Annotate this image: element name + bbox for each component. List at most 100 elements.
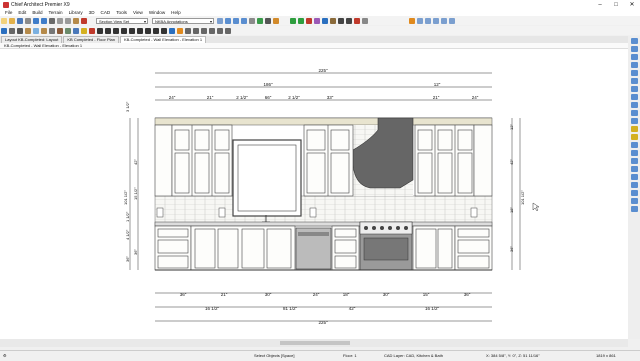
move-icon[interactable] [185,27,191,34]
menu-cad[interactable]: CAD [101,10,111,15]
zoom-out-icon[interactable] [233,17,239,24]
paint-bucket-icon[interactable] [177,27,183,34]
library-icon[interactable] [89,27,95,34]
view-right-icon[interactable] [425,17,431,24]
tool-2-icon[interactable] [346,17,352,24]
fixture-icon[interactable] [73,27,79,34]
side-fill-icon[interactable] [630,54,638,60]
edit-icon[interactable] [9,27,15,34]
side-camera-icon[interactable] [630,70,638,76]
menu-terrain[interactable]: Terrain [49,10,63,15]
refresh-icon[interactable] [257,17,263,24]
side-grid-icon[interactable] [630,190,638,196]
side-section-icon[interactable] [630,94,638,100]
view-back-icon[interactable] [441,17,447,24]
tool-1-icon[interactable] [338,17,344,24]
scrollbar-thumb[interactable] [280,341,350,345]
view-top-icon[interactable] [433,17,439,24]
new-icon[interactable] [1,17,7,24]
dimension-icon[interactable] [105,27,111,34]
transform-icon[interactable] [169,27,175,34]
view-left-icon[interactable] [409,17,415,24]
paint-icon[interactable] [322,17,328,24]
settings-gear-icon[interactable]: ⚙ [3,353,7,358]
side-3d-icon[interactable] [630,102,638,108]
tab-wall-elevation[interactable]: KB-Completed - Wall Elevation - Elevatio… [119,36,207,43]
side-object-icon[interactable] [630,166,638,172]
view-front-icon[interactable] [417,17,423,24]
box-icon[interactable] [129,27,135,34]
tool-3-icon[interactable] [354,17,360,24]
menu-help[interactable]: Help [171,10,180,15]
electrical-icon[interactable] [81,27,87,34]
render-icon[interactable] [273,17,279,24]
arc-icon[interactable] [121,27,127,34]
zoom-in-icon[interactable] [225,17,231,24]
camera-icon[interactable] [265,17,271,24]
save-icon[interactable] [17,17,23,24]
roof-icon[interactable] [57,27,63,34]
text-icon[interactable] [97,27,103,34]
side-light-icon[interactable] [630,126,638,132]
materials-icon[interactable] [314,17,320,24]
menu-3d[interactable]: 3D [89,10,95,15]
pan-icon[interactable] [249,17,255,24]
side-lock-icon[interactable] [630,182,638,188]
fill-window-icon[interactable] [241,17,247,24]
tool-4-icon[interactable] [362,17,368,24]
side-pan-icon[interactable] [630,46,638,52]
side-settings-icon[interactable] [630,206,638,212]
annotation-set-dropdown[interactable]: NKBA Annotations [152,17,214,25]
rotate-icon[interactable] [193,27,199,34]
print-icon[interactable] [25,17,31,24]
side-dim-icon[interactable] [630,150,638,156]
room-icon[interactable] [65,27,71,34]
cabinet-icon[interactable] [41,27,47,34]
cad-line-icon[interactable] [113,27,119,34]
menu-file[interactable]: File [5,10,12,15]
layer-set-dropdown[interactable]: Section View Set [96,17,148,25]
paste-icon[interactable] [73,17,79,24]
circle-icon[interactable] [137,27,143,34]
horizontal-scrollbar[interactable] [0,339,628,347]
maximize-icon[interactable]: □ [608,0,624,9]
minimize-icon[interactable]: – [592,0,608,9]
tab-layout[interactable]: Layout KB-Completed: Layout [1,36,63,43]
tab-floor-plan[interactable]: KB Completed - Floor Plan [63,36,119,43]
view-iso-icon[interactable] [449,17,455,24]
menu-tools[interactable]: Tools [116,10,127,15]
side-layer-icon[interactable] [630,62,638,68]
side-cad-icon[interactable] [630,158,638,164]
delete-icon[interactable] [81,17,87,24]
side-material-icon[interactable] [630,118,638,124]
side-plan-icon[interactable] [630,78,638,84]
menu-edit[interactable]: Edit [18,10,26,15]
menu-library[interactable]: Library [69,10,83,15]
menu-build[interactable]: Build [32,10,42,15]
select-icon[interactable] [49,17,55,24]
point-icon[interactable] [161,27,167,34]
walk-icon[interactable] [298,17,304,24]
door-icon[interactable] [25,27,31,34]
resize-icon[interactable] [201,27,207,34]
side-render-icon[interactable] [630,110,638,116]
record-icon[interactable] [306,17,312,24]
cut-icon[interactable] [57,17,63,24]
group-icon[interactable] [225,27,231,34]
arrow-icon[interactable] [145,27,151,34]
side-snap-icon[interactable] [630,198,638,204]
side-elev-icon[interactable] [630,86,638,92]
side-sun-icon[interactable] [630,134,638,140]
select-arrow-icon[interactable] [1,27,7,34]
close-icon[interactable]: ✕ [624,0,640,9]
copy-icon[interactable] [65,17,71,24]
open-icon[interactable] [9,17,15,24]
redo-icon[interactable] [41,17,47,24]
measure-icon[interactable] [330,17,336,24]
window-tool-icon[interactable] [33,27,39,34]
menu-view[interactable]: View [133,10,143,15]
wall-icon[interactable] [17,27,23,34]
undo-icon[interactable] [33,17,39,24]
layer-display-icon[interactable] [217,17,223,24]
mirror-icon[interactable] [209,27,215,34]
